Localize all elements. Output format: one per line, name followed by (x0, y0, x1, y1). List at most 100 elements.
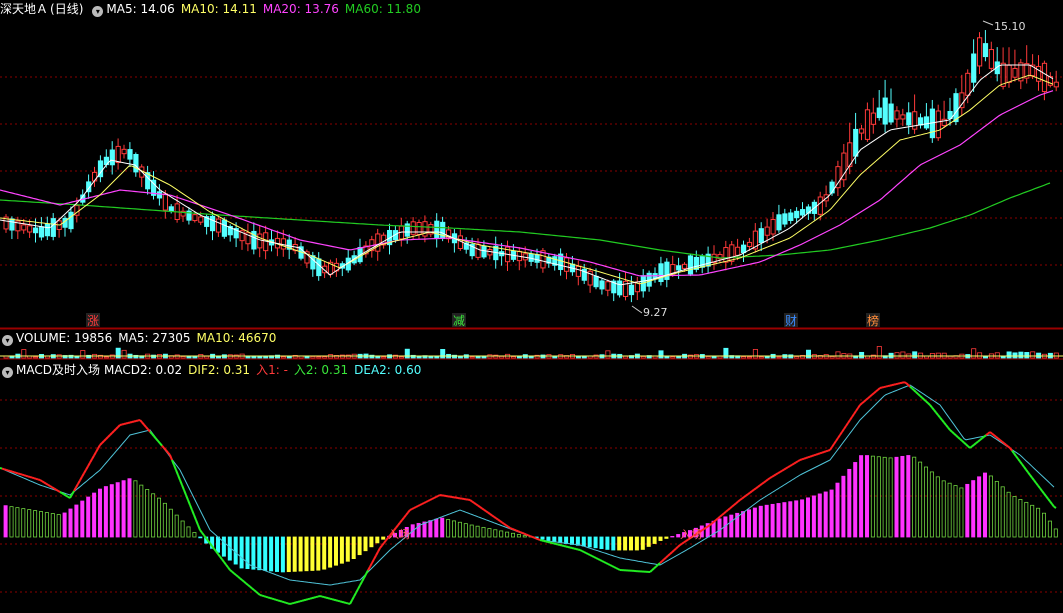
dif-line-segment (297, 600, 301, 603)
macd-histogram-bar (752, 507, 757, 538)
dif-line-segment (143, 424, 147, 428)
dif-line-segment (913, 389, 917, 393)
dif-line-segment (189, 504, 193, 511)
candle-body (864, 109, 871, 140)
dif-line-segment (609, 564, 613, 567)
dif-line-segment (269, 597, 273, 600)
macd-histogram-bar (859, 455, 864, 538)
macd-histogram-bar (876, 456, 881, 538)
dif-line-segment (377, 547, 381, 553)
dif-line-segment (805, 456, 809, 459)
macd-histogram-bar (86, 496, 91, 538)
dif-line-segment (317, 595, 321, 598)
volume-bar (764, 356, 770, 359)
dif-line-segment (509, 527, 513, 530)
dif-line-segment (195, 519, 199, 526)
dif-line-segment (607, 563, 611, 566)
macd-chart[interactable]: 入场 入场 (0, 360, 1063, 613)
dif-line-segment (433, 496, 437, 499)
macd-histogram-bar (664, 536, 669, 539)
macd-histogram-bar (670, 536, 675, 538)
candle-body (988, 49, 994, 69)
dif-line-segment (361, 577, 365, 583)
dif-line-segment (561, 544, 565, 547)
dif-line-segment (321, 595, 325, 599)
dif-line-segment (965, 443, 969, 447)
dif-line-segment (969, 445, 973, 449)
volume-bar (1006, 351, 1012, 359)
volume-bar (339, 354, 345, 359)
dif-line-segment (373, 554, 377, 560)
dif-line-segment (249, 585, 253, 590)
macd-histogram-bar (475, 525, 480, 538)
dif-line-segment (27, 475, 31, 478)
macd-histogram-bar (823, 491, 828, 538)
candle-body (109, 149, 115, 166)
volume-menu-icon[interactable]: ▾ (2, 335, 13, 346)
candle-body (729, 244, 735, 262)
macd-histogram-bar (9, 506, 14, 538)
dif-line-segment (199, 529, 203, 534)
macd-histogram-bar (552, 536, 557, 542)
dif-line-segment (303, 598, 307, 602)
candle-body (888, 103, 894, 123)
dif-line-segment (363, 573, 367, 579)
macd-histogram-bar (941, 480, 946, 538)
dif-line-segment (247, 584, 251, 588)
dif-line-segment (417, 504, 421, 507)
dif-line-segment (655, 564, 659, 568)
dif-line-segment (299, 599, 303, 603)
dif-line-segment (357, 584, 361, 590)
volume-bar (375, 356, 381, 359)
candle-body (1041, 62, 1048, 93)
candle-body (593, 275, 599, 288)
candle-body (68, 211, 74, 230)
dif-line-segment (565, 545, 569, 548)
dif-line-segment (919, 395, 923, 399)
dif-line-segment (491, 514, 495, 518)
candle-body (1006, 64, 1012, 83)
indicator-menu-icon[interactable]: ▾ (92, 6, 104, 17)
dif-line-segment (945, 424, 949, 429)
dif-line-segment (315, 595, 319, 599)
macd-histogram-bar (599, 536, 604, 549)
macd-histogram-bar (3, 505, 8, 538)
macd-histogram-bar (469, 524, 474, 538)
candle-body (9, 218, 15, 231)
dif-line-segment (767, 477, 771, 481)
dif-line-segment (613, 566, 617, 569)
price-chart[interactable]: 15.10 9.27 涨 减 财 榜 (0, 0, 1063, 330)
dif-line-segment (403, 514, 407, 519)
dif-line-segment (915, 391, 919, 395)
dif-line-segment (105, 436, 109, 440)
dif-line-segment (525, 533, 529, 537)
dif-line-segment (251, 587, 255, 591)
macd-histogram-bar (15, 507, 20, 538)
volume-bar (983, 355, 989, 359)
dif-line-segment (869, 394, 873, 398)
dif-line-segment (939, 416, 943, 421)
volume-bar (705, 356, 711, 359)
volume-bar (894, 352, 900, 359)
dif-line-segment (153, 435, 157, 440)
dif-line-segment (1003, 442, 1007, 446)
dif-line-segment (265, 595, 269, 599)
macd-histogram-bar (316, 536, 321, 571)
macd-histogram-bar (865, 455, 870, 538)
dif-line-segment (737, 499, 741, 503)
dif-line-segment (865, 397, 869, 401)
candle-body (92, 171, 98, 182)
dif-line-segment (585, 552, 589, 555)
dif-line-segment (429, 498, 433, 501)
dif-line-segment (291, 601, 295, 605)
dif-line-segment (413, 506, 417, 509)
macd-histogram-bar (829, 489, 834, 538)
dif-line-segment (545, 540, 549, 543)
macd-histogram-bar (947, 482, 952, 538)
dif-line-segment (91, 455, 95, 460)
macd-histogram-bar (953, 485, 958, 538)
dif-line-segment (1031, 477, 1035, 481)
dif-line-segment (911, 387, 915, 392)
macd-menu-icon[interactable]: ▾ (2, 367, 13, 378)
dif-line-segment (407, 509, 411, 514)
